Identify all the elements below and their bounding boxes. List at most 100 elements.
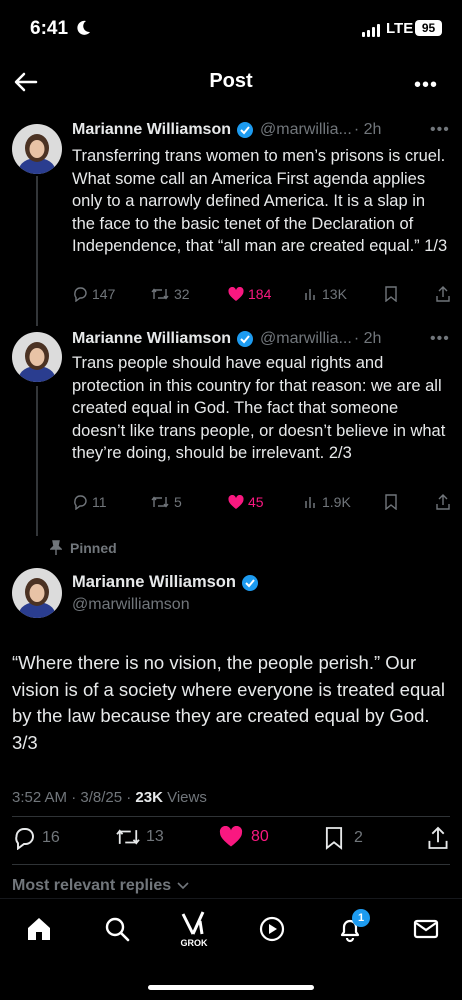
reply-button[interactable]: 16 bbox=[12, 826, 60, 850]
main-post-actions: 16 13 80 2 bbox=[0, 826, 462, 852]
battery-icon: 95 bbox=[415, 20, 442, 36]
repost-count: 5 bbox=[174, 494, 182, 510]
network-label: LTE bbox=[386, 20, 414, 37]
more-options-icon[interactable]: ••• bbox=[414, 74, 438, 97]
bookmark-button[interactable]: 2 bbox=[324, 826, 363, 850]
reply-icon bbox=[15, 828, 34, 850]
status-bar: 6:41 LTE 95 bbox=[0, 0, 462, 56]
replies-sort-label: Most relevant replies bbox=[12, 877, 172, 894]
post-time: · 2h bbox=[353, 121, 382, 138]
avatar[interactable] bbox=[12, 568, 62, 618]
reply-button[interactable]: 147 bbox=[72, 286, 115, 302]
search-icon bbox=[105, 917, 130, 942]
author-name[interactable]: Marianne Williamson bbox=[72, 330, 231, 348]
views-label: Views bbox=[162, 789, 207, 806]
repost-icon bbox=[116, 829, 140, 845]
post-more-icon[interactable]: ••• bbox=[430, 121, 450, 139]
like-count: 45 bbox=[248, 494, 264, 510]
post-header: Marianne Williamson @marwillia... · 2h bbox=[72, 330, 381, 348]
reply-button[interactable]: 11 bbox=[72, 494, 107, 510]
heart-icon bbox=[228, 494, 244, 509]
views-button[interactable]: 1.9K bbox=[304, 494, 351, 510]
views-icon bbox=[305, 497, 315, 508]
heart-icon bbox=[219, 826, 243, 847]
post-timestamp: 3:52 AM · 3/8/25 · bbox=[12, 789, 136, 806]
heart-icon bbox=[228, 286, 244, 301]
signal-icon bbox=[362, 24, 380, 37]
nav-notifications[interactable]: 1 bbox=[330, 909, 370, 955]
repost-icon bbox=[151, 288, 169, 300]
home-icon bbox=[28, 918, 50, 940]
bookmark-icon bbox=[325, 827, 343, 850]
status-time: 6:41 bbox=[30, 18, 69, 39]
nav-messages[interactable] bbox=[406, 915, 446, 955]
top-nav: Post ••• bbox=[0, 56, 462, 108]
reply-count: 147 bbox=[92, 286, 116, 302]
verified-badge-icon bbox=[237, 122, 253, 138]
notification-badge: 1 bbox=[352, 909, 370, 927]
reply-count: 16 bbox=[42, 829, 60, 846]
post-text: Transferring trans women to men’s prison… bbox=[72, 147, 448, 255]
pinned-indicator: Pinned bbox=[50, 540, 117, 556]
play-icon bbox=[259, 916, 285, 942]
views-count: 1.9K bbox=[322, 494, 351, 510]
grok-icon bbox=[181, 911, 205, 935]
chevron-down-icon bbox=[177, 882, 189, 890]
verified-badge-icon bbox=[237, 331, 253, 347]
author-name[interactable]: Marianne Williamson bbox=[72, 121, 231, 139]
share-icon[interactable] bbox=[436, 494, 450, 510]
author-name[interactable]: Marianne Williamson bbox=[72, 573, 236, 592]
post-time: · 2h bbox=[353, 330, 382, 347]
post-meta: 3:52 AM · 3/8/25 · 23K Views bbox=[12, 789, 207, 806]
views-button[interactable]: 13K bbox=[304, 286, 347, 302]
divider bbox=[12, 816, 450, 817]
thread-post[interactable]: Marianne Williamson @marwillia... · 2h •… bbox=[0, 330, 462, 520]
reply-icon bbox=[74, 495, 87, 510]
reply-count: 11 bbox=[92, 494, 107, 510]
repost-button[interactable]: 13 bbox=[114, 826, 164, 848]
views-icon bbox=[305, 289, 315, 300]
replies-sort-dropdown[interactable]: Most relevant replies bbox=[12, 877, 189, 895]
nav-grok[interactable]: GROK bbox=[174, 911, 214, 951]
divider bbox=[12, 864, 450, 865]
post-actions: 11 5 45 1.9K bbox=[72, 494, 450, 514]
share-icon[interactable] bbox=[428, 826, 448, 850]
moon-icon bbox=[77, 20, 90, 35]
author-handle: @marwillia... bbox=[260, 121, 352, 138]
main-post-header: Marianne Williamson bbox=[72, 573, 259, 592]
post-header: Marianne Williamson @marwillia... · 2h bbox=[72, 121, 381, 139]
bookmark-icon[interactable] bbox=[384, 286, 398, 302]
nav-search[interactable] bbox=[97, 915, 137, 955]
views-count: 23K bbox=[135, 789, 163, 806]
repost-button[interactable]: 5 bbox=[150, 494, 182, 510]
like-count: 80 bbox=[251, 828, 269, 845]
page-title: Post bbox=[209, 70, 253, 92]
main-post-text: “Where there is no vision, the people pe… bbox=[12, 652, 445, 753]
post-text: Trans people should have equal rights an… bbox=[72, 354, 446, 462]
grok-label: GROK bbox=[180, 938, 208, 948]
verified-badge-icon bbox=[241, 574, 258, 591]
thread-post[interactable]: Marianne Williamson @marwillia... · 2h •… bbox=[0, 121, 462, 311]
nav-home[interactable] bbox=[19, 915, 59, 955]
repost-icon bbox=[151, 496, 169, 508]
home-indicator bbox=[148, 985, 314, 990]
nav-video[interactable] bbox=[252, 915, 292, 955]
author-handle[interactable]: @marwilliamson bbox=[72, 596, 190, 614]
author-handle: @marwillia... bbox=[260, 330, 352, 347]
bookmark-count: 2 bbox=[354, 829, 363, 846]
post-more-icon[interactable]: ••• bbox=[430, 330, 450, 348]
bookmark-icon[interactable] bbox=[384, 494, 398, 510]
envelope-icon bbox=[413, 919, 439, 939]
like-count: 184 bbox=[248, 286, 272, 302]
like-button[interactable]: 45 bbox=[228, 494, 264, 510]
share-icon[interactable] bbox=[436, 286, 450, 302]
repost-count: 32 bbox=[174, 286, 190, 302]
reply-icon bbox=[74, 287, 87, 302]
views-count: 13K bbox=[322, 286, 347, 302]
like-button[interactable]: 184 bbox=[228, 286, 271, 302]
pin-icon bbox=[50, 540, 62, 555]
like-button[interactable]: 80 bbox=[219, 826, 269, 848]
pinned-label: Pinned bbox=[70, 540, 117, 556]
repost-count: 13 bbox=[146, 828, 164, 845]
repost-button[interactable]: 32 bbox=[150, 286, 190, 302]
